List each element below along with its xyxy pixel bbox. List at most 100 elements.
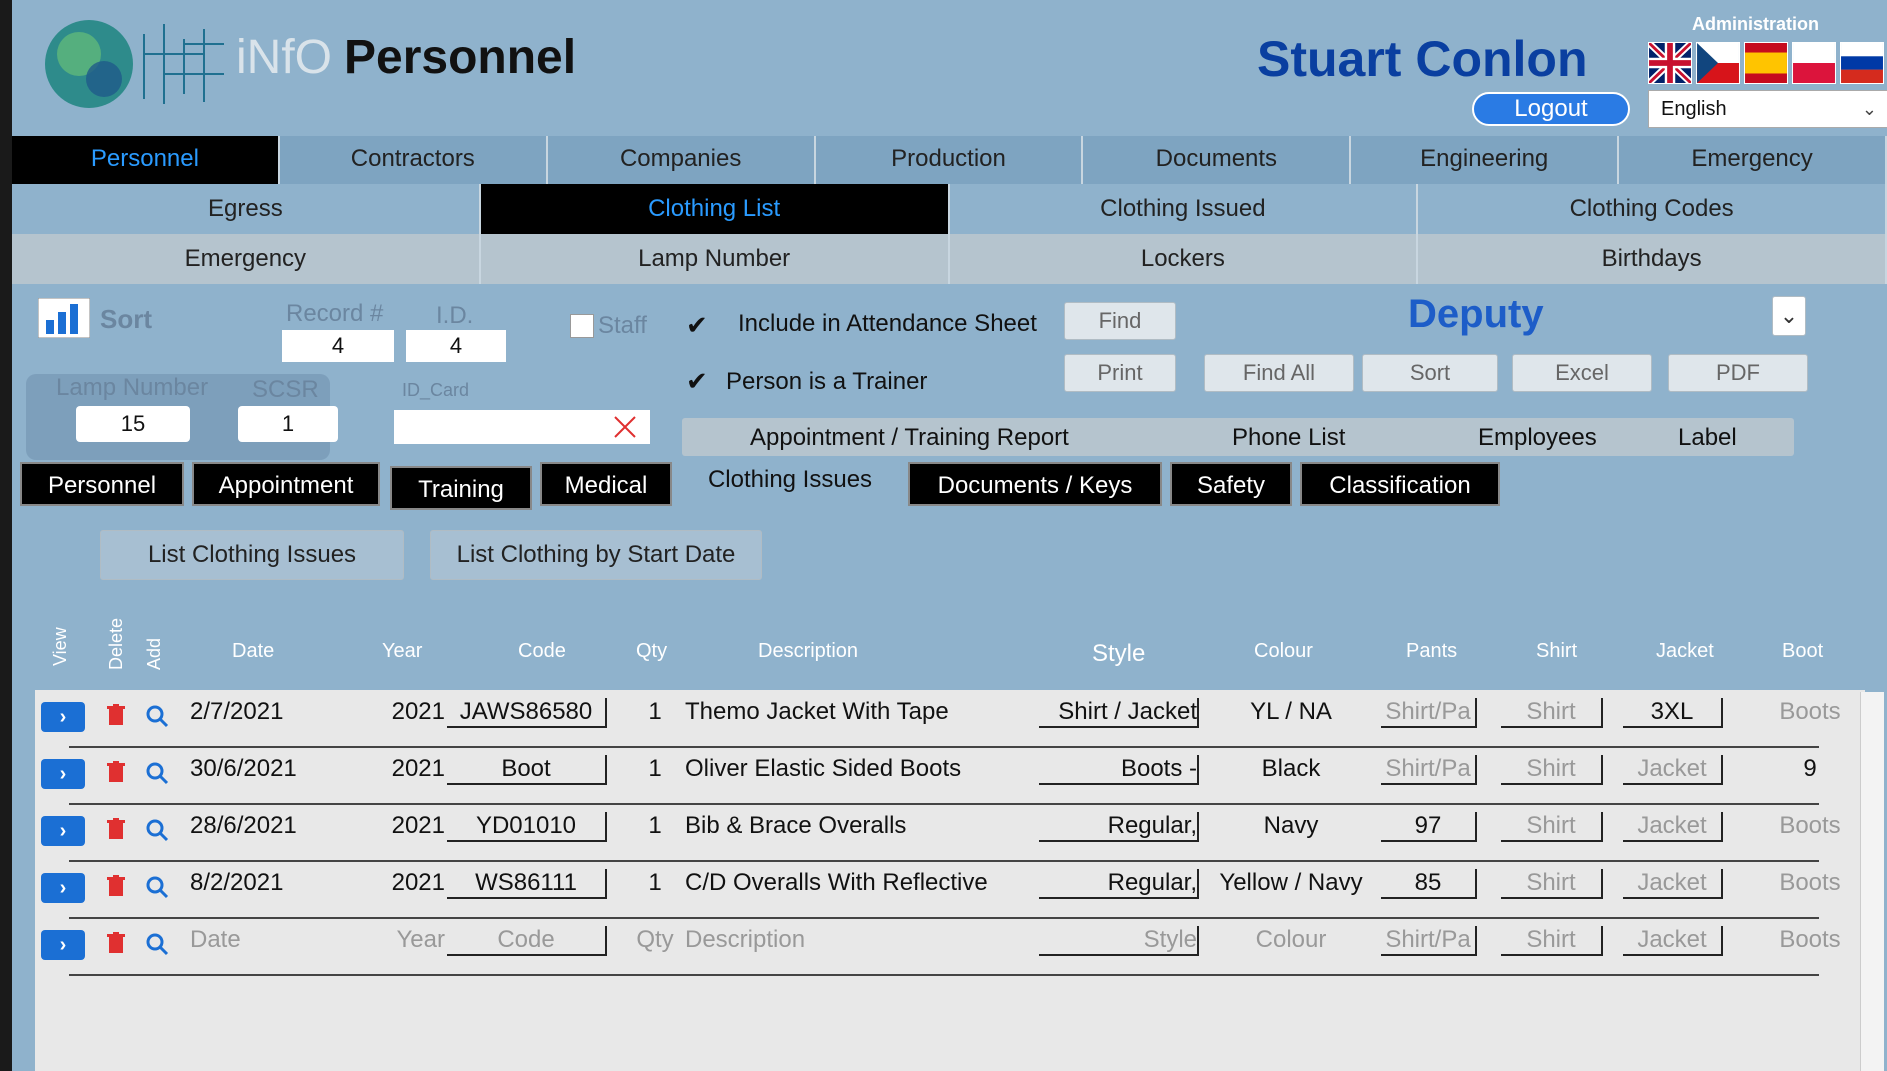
id-field[interactable]: 4 [406,330,506,362]
report-label[interactable]: Label [1678,424,1737,452]
list-clothing-start-date-button[interactable]: List Clothing by Start Date [430,530,762,580]
view-button[interactable]: › [41,873,85,903]
search-icon[interactable] [145,932,169,956]
nav-contractors[interactable]: Contractors [280,136,548,184]
code-field[interactable]: JAWS86580 [447,698,607,728]
colour-cell[interactable]: Yellow / Navy [1211,869,1371,897]
colour-cell[interactable]: Black [1211,755,1371,783]
trainer-check-icon[interactable]: ✔ [686,366,708,397]
shirt-field[interactable]: Shirt [1501,755,1603,785]
tab-medical[interactable]: Medical [540,462,672,506]
pants-field[interactable]: 85 [1381,869,1477,899]
tab-clothing-issues[interactable]: Clothing Issues [680,458,900,502]
boot-cell[interactable]: Boots [1765,812,1855,840]
style-field[interactable]: Boots - [1039,755,1199,785]
nav-production[interactable]: Production [816,136,1084,184]
search-icon[interactable] [145,704,169,728]
year-cell[interactable]: Year [375,926,446,954]
pants-field[interactable]: 97 [1381,812,1477,842]
code-field[interactable]: Code [447,926,607,956]
shirt-field[interactable]: Shirt [1501,812,1603,842]
nav-birthdays[interactable]: Birthdays [1418,234,1887,284]
trash-icon[interactable] [107,875,125,897]
description-cell[interactable]: Oliver Elastic Sided Boots [685,755,1025,783]
sort-button[interactable]: Sort [1362,354,1498,392]
colour-cell[interactable]: Navy [1211,812,1371,840]
nav-personnel[interactable]: Personnel [12,136,280,184]
language-select[interactable]: English ⌄ [1648,90,1887,128]
qty-cell[interactable]: 1 [635,755,675,783]
nav-clothing-codes[interactable]: Clothing Codes [1418,184,1887,234]
lamp-field[interactable]: 15 [76,406,190,442]
style-field[interactable]: Shirt / Jacket [1039,698,1199,728]
pants-field[interactable]: Shirt/Pa [1381,926,1477,956]
description-cell[interactable]: Bib & Brace Overalls [685,812,1025,840]
clear-x-icon[interactable] [612,414,638,440]
pants-field[interactable]: Shirt/Pa [1381,755,1477,785]
code-field[interactable]: WS86111 [447,869,607,899]
nav-engineering[interactable]: Engineering [1351,136,1620,184]
jacket-field[interactable]: Jacket [1623,812,1723,842]
colour-cell[interactable]: Colour [1211,926,1371,954]
boot-cell[interactable]: Boots [1765,926,1855,954]
trash-icon[interactable] [107,761,125,783]
year-cell[interactable]: 2021 [375,698,445,726]
search-icon[interactable] [145,875,169,899]
year-cell[interactable]: 2021 [375,869,445,897]
colour-cell[interactable]: YL / NA [1211,698,1371,726]
boot-cell[interactable]: 9 [1765,755,1855,783]
nav-emergency-2[interactable]: Emergency [12,234,481,284]
code-field[interactable]: Boot [447,755,607,785]
view-button[interactable]: › [41,702,85,732]
staff-checkbox[interactable] [570,314,594,338]
code-field[interactable]: YD01010 [447,812,607,842]
poland-flag-icon[interactable] [1792,42,1836,84]
year-cell[interactable]: 2021 [375,812,445,840]
nav-documents[interactable]: Documents [1083,136,1352,184]
description-cell[interactable]: Themo Jacket With Tape [685,698,1025,726]
trash-icon[interactable] [107,818,125,840]
admin-link[interactable]: Administration [1692,14,1819,35]
czech-flag-icon[interactable] [1696,42,1740,84]
tab-appointment[interactable]: Appointment [192,462,380,506]
spain-flag-icon[interactable] [1744,42,1788,84]
tab-personnel[interactable]: Personnel [20,462,184,506]
style-field[interactable]: Style [1039,926,1199,956]
logout-button[interactable]: Logout [1472,92,1630,126]
qty-cell[interactable]: Qty [635,926,675,954]
shirt-field[interactable]: Shirt [1501,926,1603,956]
jacket-field[interactable]: Jacket [1623,926,1723,956]
report-appointment[interactable]: Appointment / Training Report [750,424,1069,452]
style-field[interactable]: Regular, [1039,812,1199,842]
nav-clothing-issued[interactable]: Clothing Issued [950,184,1419,234]
vertical-scrollbar[interactable] [1860,692,1884,1071]
trash-icon[interactable] [107,704,125,726]
boot-cell[interactable]: Boots [1765,869,1855,897]
description-cell[interactable]: Description [685,926,1025,954]
deputy-dropdown[interactable]: ⌄ [1772,296,1806,336]
findall-button[interactable]: Find All [1204,354,1354,392]
trash-icon[interactable] [107,932,125,954]
search-icon[interactable] [145,761,169,785]
tab-classification[interactable]: Classification [1300,462,1500,506]
nav-lockers[interactable]: Lockers [950,234,1419,284]
shirt-field[interactable]: Shirt [1501,698,1603,728]
tab-training[interactable]: Training [390,466,532,510]
nav-lamp-number[interactable]: Lamp Number [481,234,950,284]
uk-flag-icon[interactable] [1648,42,1692,84]
pdf-button[interactable]: PDF [1668,354,1808,392]
tab-documents-keys[interactable]: Documents / Keys [908,462,1162,506]
record-field[interactable]: 4 [282,330,394,362]
qty-cell[interactable]: 1 [635,698,675,726]
date-cell[interactable]: 2/7/2021 [190,698,320,726]
tab-safety[interactable]: Safety [1170,462,1292,506]
qty-cell[interactable]: 1 [635,869,675,897]
excel-button[interactable]: Excel [1512,354,1652,392]
date-cell[interactable]: 28/6/2021 [190,812,320,840]
date-cell[interactable]: Date [190,926,320,954]
date-cell[interactable]: 30/6/2021 [190,755,320,783]
shirt-field[interactable]: Shirt [1501,869,1603,899]
print-button[interactable]: Print [1064,354,1176,392]
list-clothing-issues-button[interactable]: List Clothing Issues [100,530,404,580]
nav-companies[interactable]: Companies [548,136,816,184]
